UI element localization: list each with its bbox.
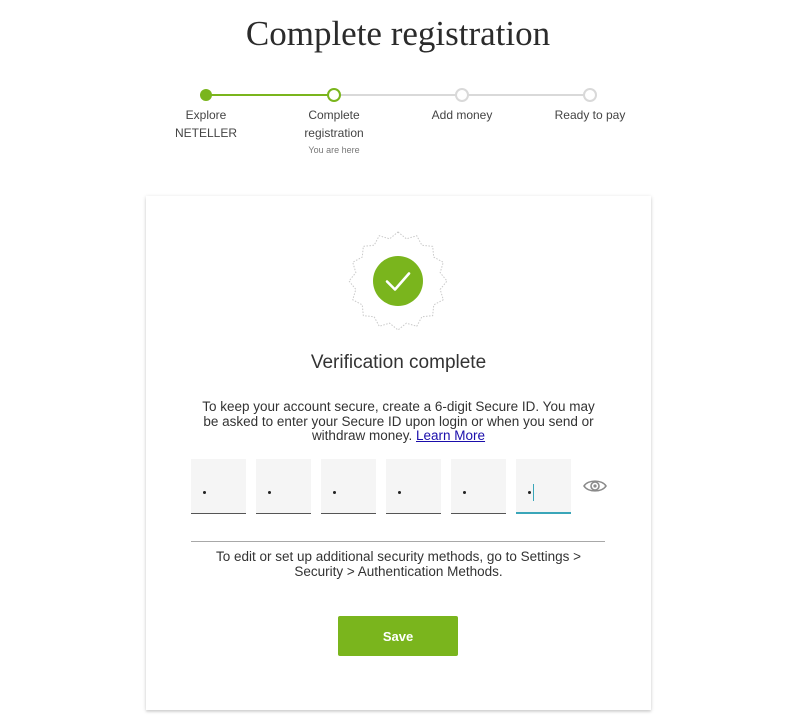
secure-id-digit-3[interactable] (321, 459, 376, 514)
learn-more-link[interactable]: Learn More (416, 428, 485, 443)
step-explore-dot (200, 89, 212, 101)
step-add-money-label: Add money (431, 108, 493, 122)
digit-4-mask (398, 491, 401, 494)
stepper-progress-line (206, 94, 334, 96)
step-add-money-dot (455, 88, 469, 102)
save-button[interactable]: Save (338, 616, 458, 656)
step-ready-to-pay-dot (583, 88, 597, 102)
secure-id-digit-2[interactable] (256, 459, 311, 514)
text-cursor (533, 484, 534, 501)
digit-1-mask (203, 491, 206, 494)
section-divider (191, 541, 605, 542)
step-complete-registration-line2: registration (304, 126, 364, 140)
step-complete-registration-line1: Complete (308, 108, 360, 122)
registration-page: Complete registration Explore NETELLER C… (0, 0, 790, 725)
step-explore-line2: NETELLER (174, 126, 238, 140)
secure-id-digit-4[interactable] (386, 459, 441, 514)
security-methods-hint: To edit or set up additional security me… (215, 549, 582, 579)
secure-id-digit-6[interactable] (516, 459, 571, 514)
secure-id-digit-1[interactable] (191, 459, 246, 514)
registration-stepper: Explore NETELLER Complete registration Y… (0, 86, 790, 166)
you-are-here-label: You are here (308, 145, 360, 155)
step-explore-label: Explore NETELLER (146, 106, 266, 142)
checkmark-icon (348, 231, 448, 331)
secure-id-card: Verification complete To keep your accou… (146, 196, 651, 710)
step-complete-registration-label: Complete registration You are here (274, 106, 394, 157)
secure-id-description: To keep your account secure, create a 6-… (194, 399, 603, 444)
secure-id-digit-5[interactable] (451, 459, 506, 514)
step-ready-to-pay-label: Ready to pay (554, 108, 626, 122)
eye-icon[interactable] (582, 476, 608, 496)
secure-id-description-text: To keep your account secure, create a 6-… (202, 399, 595, 443)
digit-5-mask (463, 491, 466, 494)
secure-id-input-row (191, 459, 611, 515)
page-title: Complete registration (245, 14, 551, 53)
digit-3-mask (333, 491, 336, 494)
digit-2-mask (268, 491, 271, 494)
step-complete-registration-dot (327, 88, 341, 102)
verification-title: Verification complete (310, 352, 487, 373)
step-explore-line1: Explore (185, 108, 227, 122)
digit-6-mask (528, 491, 531, 494)
